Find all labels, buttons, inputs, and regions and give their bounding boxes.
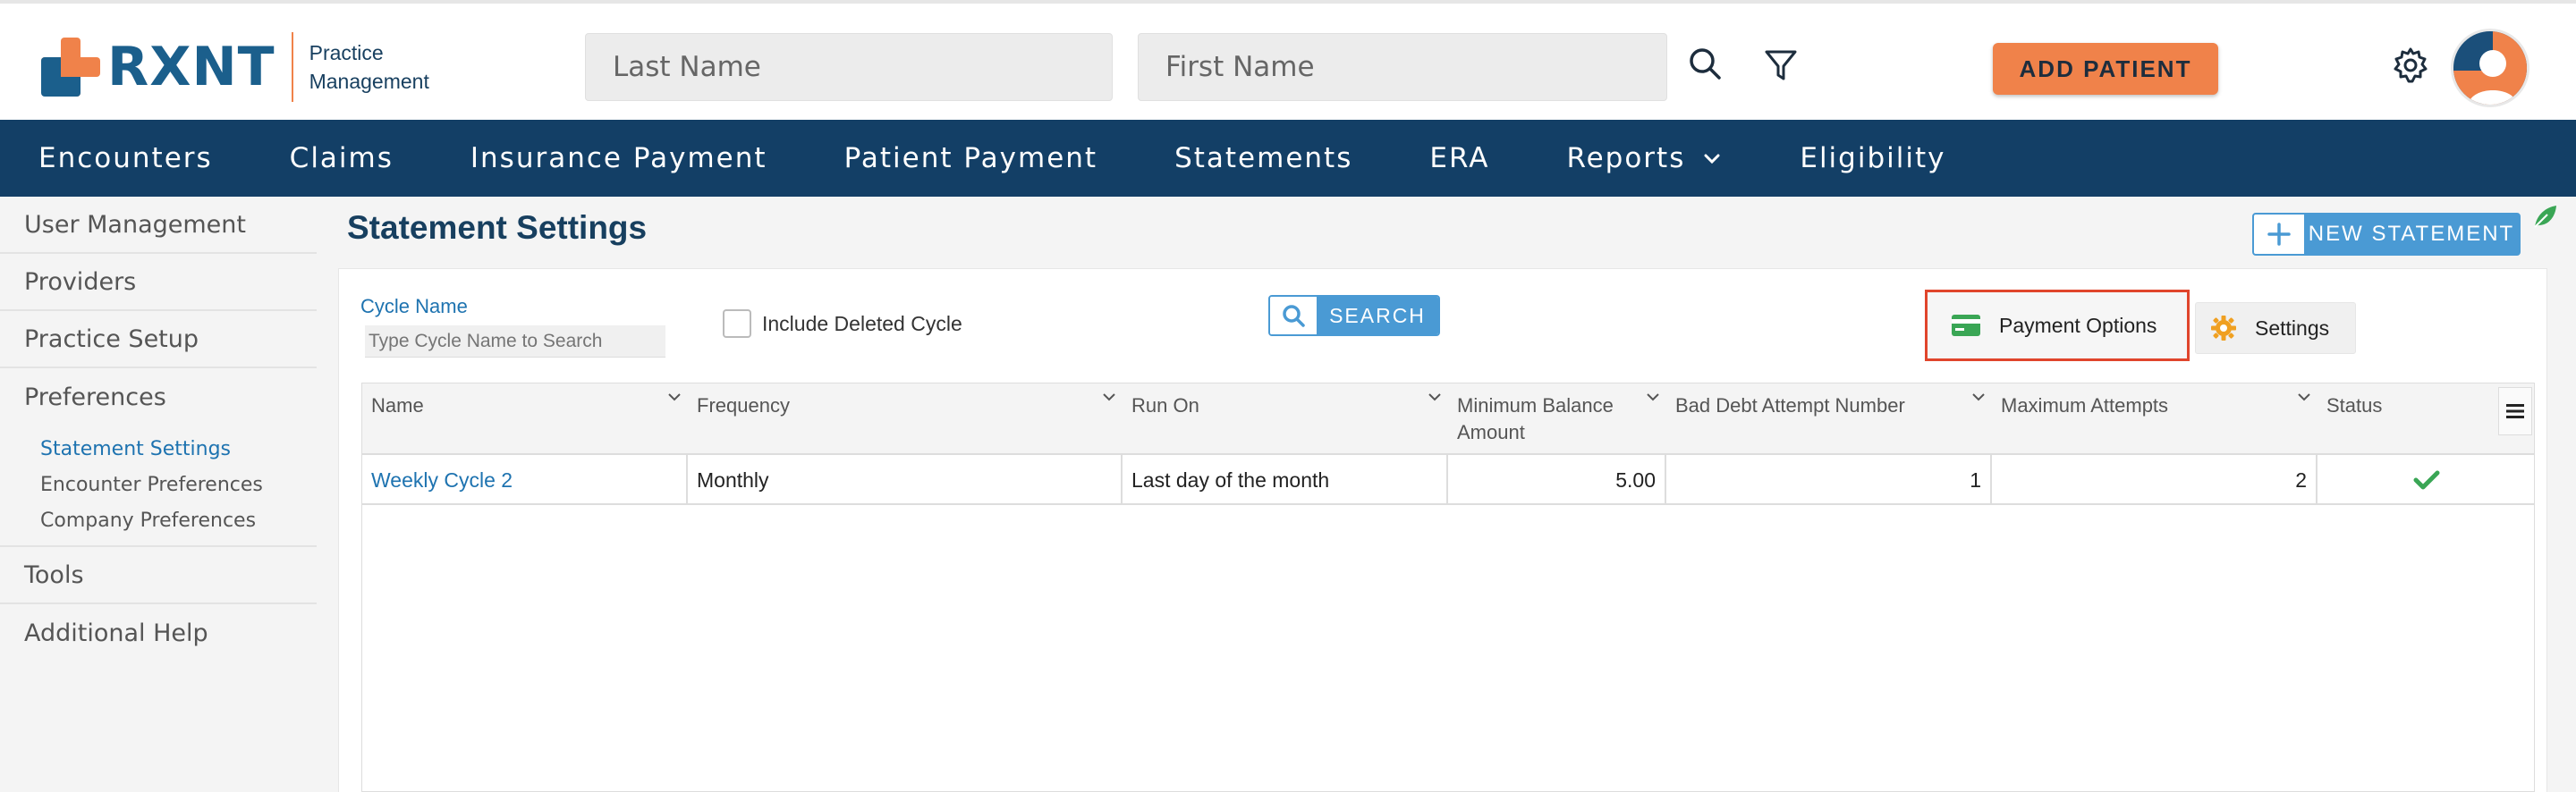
logo-cross-icon [41,38,100,97]
column-header-run-on[interactable]: Run On [1123,383,1448,455]
main-nav: Encounters Claims Insurance Payment Pati… [0,120,2576,197]
column-header-label: Maximum Attempts [2001,394,2169,417]
sidebar-item-providers[interactable]: Providers [0,254,317,311]
include-deleted-label: Include Deleted Cycle [762,312,962,335]
sidebar-item-tools[interactable]: Tools [0,547,317,604]
column-header-status[interactable]: Status [2318,383,2496,455]
new-statement-label: NEW STATEMENT [2304,215,2519,254]
sidebar-subitem-statement-settings[interactable]: Statement Settings [0,431,317,467]
avatar-person-icon [2453,31,2527,105]
leaf-icon[interactable] [2531,202,2560,231]
plus-icon [2254,215,2304,254]
column-header-min-balance[interactable]: Minimum Balance Amount [1448,383,1666,455]
nav-eligibility[interactable]: Eligibility [1800,142,1945,174]
table-row[interactable]: Weekly Cycle 2 Monthly Last day of the m… [362,455,2534,505]
logo-text: RXNT [107,36,275,98]
sidebar-subitem-encounter-preferences[interactable]: Encounter Preferences [0,467,317,502]
cell-bad-debt-attempt: 1 [1666,455,1992,505]
nav-era[interactable]: ERA [1429,142,1489,174]
cell-cycle-name[interactable]: Weekly Cycle 2 [362,455,688,505]
sidebar-item-practice-setup[interactable]: Practice Setup [0,311,317,368]
sort-chevron-icon[interactable] [666,389,682,405]
first-name-input[interactable]: First Name [1138,33,1667,101]
nav-claims[interactable]: Claims [290,142,394,174]
sort-chevron-icon[interactable] [1645,389,1661,405]
sort-chevron-icon[interactable] [1427,389,1443,405]
sidebar: User Management Providers Practice Setup… [0,197,317,792]
user-avatar[interactable] [2451,29,2529,107]
nav-patient-payment[interactable]: Patient Payment [844,142,1098,174]
column-header-name[interactable]: Name [362,383,688,455]
last-name-placeholder: Last Name [613,51,761,83]
nav-reports-label: Reports [1566,142,1686,174]
first-name-placeholder: First Name [1165,51,1315,83]
nav-encounters[interactable]: Encounters [38,142,213,174]
sort-chevron-icon[interactable] [2296,389,2312,405]
sidebar-item-preferences[interactable]: Preferences [0,368,317,425]
logo-subtitle-line1: Practice [309,41,384,64]
last-name-input[interactable]: Last Name [585,33,1113,101]
column-header-frequency[interactable]: Frequency [688,383,1123,455]
cycles-table: Name Frequency Run On Minimum Balance Am… [361,383,2535,792]
cell-max-attempts: 2 [1992,455,2318,505]
search-button-label: SEARCH [1317,297,1438,334]
sidebar-preferences-subgroup: Statement Settings Encounter Preferences… [0,425,317,547]
sidebar-item-user-management[interactable]: User Management [0,197,317,254]
sidebar-item-additional-help[interactable]: Additional Help [0,604,317,661]
payment-options-label: Payment Options [1999,313,2157,337]
column-menu-button[interactable] [2498,387,2532,435]
column-header-label: Minimum Balance Amount [1457,394,1614,443]
column-header-label: Status [2326,394,2383,417]
new-statement-button[interactable]: NEW STATEMENT [2252,213,2521,256]
settings-gear-icon [2211,316,2236,341]
column-header-label: Run On [1131,394,1199,417]
sort-chevron-icon[interactable] [1970,389,1987,405]
hamburger-icon [2506,404,2524,418]
gear-icon[interactable] [2388,43,2433,88]
cell-run-on: Last day of the month [1123,455,1448,505]
logo-subtitle-line2: Management [309,70,429,93]
cell-min-balance: 5.00 [1448,455,1666,505]
column-header-max-attempts[interactable]: Maximum Attempts [1992,383,2318,455]
include-deleted-checkbox[interactable] [723,309,751,338]
nav-insurance-payment[interactable]: Insurance Payment [470,142,767,174]
logo-divider [291,32,293,102]
column-header-label: Name [371,394,424,417]
payment-options-button[interactable]: Payment Options [1925,290,2190,361]
nav-reports[interactable]: Reports [1566,142,1723,174]
sidebar-subitem-company-preferences[interactable]: Company Preferences [0,502,317,538]
cycle-name-label: Cycle Name [360,295,468,317]
search-button-icon [1270,297,1317,334]
logo-subtitle: Practice Management [309,38,429,96]
credit-card-icon [1952,315,1980,336]
page-title: Statement Settings [347,209,648,246]
cell-status [2318,455,2536,505]
column-header-label: Frequency [697,394,790,417]
table-header: Name Frequency Run On Minimum Balance Am… [362,383,2534,455]
rxnt-logo[interactable]: RXNT Practice Management [41,32,429,102]
checkmark-icon [2413,470,2440,490]
column-header-bad-debt-attempt[interactable]: Bad Debt Attempt Number [1666,383,1992,455]
app-header: RXNT Practice Management Last Name First… [0,0,2576,120]
filter-icon[interactable] [1758,43,1803,88]
column-header-label: Bad Debt Attempt Number [1675,394,1905,417]
sort-chevron-icon[interactable] [1101,389,1117,405]
chevron-down-icon [1704,154,1720,164]
nav-statements[interactable]: Statements [1174,142,1352,174]
settings-label: Settings [2255,316,2330,340]
settings-button[interactable]: Settings [2195,302,2356,354]
search-button[interactable]: SEARCH [1268,295,1440,336]
search-icon[interactable] [1683,43,1728,88]
add-patient-button[interactable]: ADD PATIENT [1993,43,2218,95]
cycle-name-input[interactable] [365,325,665,358]
cell-frequency: Monthly [688,455,1123,505]
